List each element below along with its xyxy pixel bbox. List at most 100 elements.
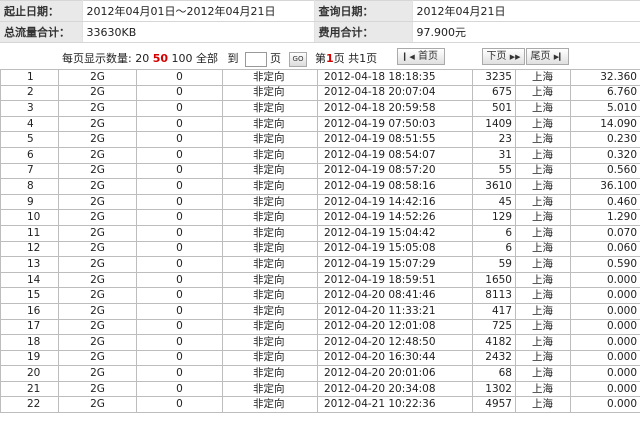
page-prefix: 第 [314,52,326,65]
cell-network: 2G [58,256,137,273]
cell-flow: 59 [472,256,516,273]
cell-flow: 31 [472,146,516,164]
cell-time: 2012-04-19 08:58:16 [317,178,473,195]
cell-city: 上海 [515,271,571,289]
cell-time: 2012-04-18 20:59:58 [317,100,473,117]
cell-index: 14 [0,271,59,289]
cell-city: 上海 [515,365,571,382]
cell-fee: 0.000 [570,334,640,351]
go-button[interactable]: GO [288,51,308,67]
page-number-input[interactable] [245,51,268,67]
cell-flow: 3610 [472,178,516,195]
cell-count: 0 [136,84,223,102]
cell-index: 4 [0,115,59,133]
cell-fee: 32.360 [570,69,640,86]
per-page-20-link[interactable]: 20 [135,52,149,65]
last-page-button[interactable]: 尾页 ▶▎ [526,48,569,65]
cell-index: 20 [0,365,59,382]
cell-fee: 5.010 [570,100,640,117]
cell-fee: 0.000 [570,365,640,382]
cell-city: 上海 [515,193,571,211]
cell-count: 0 [136,100,223,117]
cell-time: 2012-04-20 11:33:21 [317,302,473,320]
cell-time: 2012-04-19 08:51:55 [317,131,473,148]
table-row: 3 2G 0 非定向 2012-04-18 20:59:58 501 上海 5.010 [0,100,640,117]
cell-type: 非定向 [222,84,318,102]
cell-index: 2 [0,84,59,102]
cell-count: 0 [136,271,223,289]
per-page-label: 每页显示数量: [62,52,132,65]
cell-count: 0 [136,287,223,304]
table-row: 11 2G 0 非定向 2012-04-19 15:04:42 6 上海 0.070 [0,224,640,242]
first-page-icon: ▎◀ [404,53,415,61]
cell-city: 上海 [515,178,571,195]
cell-type: 非定向 [222,193,318,211]
cell-fee: 0.000 [570,302,640,320]
cell-network: 2G [58,271,137,289]
cell-flow: 2432 [472,349,516,367]
table-row: 21 2G 0 非定向 2012-04-20 20:34:08 1302 上海 0.000 [0,380,640,398]
cell-fee: 1.290 [570,209,640,226]
page-suffix: 页 [366,52,378,65]
cell-fee: 0.000 [570,271,640,289]
cell-count: 0 [136,365,223,382]
table-row: 18 2G 0 非定向 2012-04-20 12:48:50 4182 上海 0.000 [0,334,640,351]
table-row: 1 2G 0 非定向 2012-04-18 18:18:35 3235 上海 32.360 [0,69,640,86]
cell-type: 非定向 [222,256,318,273]
cell-flow: 55 [472,162,516,180]
cell-fee: 0.460 [570,193,640,211]
last-page-icon: ▶▎ [553,53,565,61]
cell-flow: 8113 [472,287,516,304]
cell-time: 2012-04-20 20:34:08 [317,380,473,398]
cell-network: 2G [58,240,137,258]
table-row: 19 2G 0 非定向 2012-04-20 16:30:44 2432 上海 0.000 [0,349,640,367]
cell-index: 5 [0,131,59,148]
cell-index: 3 [0,100,59,117]
table-row: 20 2G 0 非定向 2012-04-20 20:01:06 68 上海 0.000 [0,365,640,382]
per-page-100-link[interactable]: 100 [172,52,193,65]
cell-time: 2012-04-20 08:41:46 [317,287,473,304]
cell-fee: 0.320 [570,146,640,164]
cell-type: 非定向 [222,209,318,226]
cell-network: 2G [58,302,137,320]
cell-city: 上海 [515,396,571,414]
cell-type: 非定向 [222,100,318,117]
cell-city: 上海 [515,302,571,320]
cell-count: 0 [136,193,223,211]
table-row: 10 2G 0 非定向 2012-04-19 14:52:26 129 上海 1.290 [0,209,640,226]
page-mid: 页 共 [333,52,360,65]
cell-index: 21 [0,380,59,398]
total-fee-label: 费用合计： [314,21,413,43]
next-page-label: 下页 [486,51,507,62]
cell-index: 13 [0,256,59,273]
cell-city: 上海 [515,69,571,86]
cell-count: 0 [136,146,223,164]
per-page-50-link[interactable]: 50 [153,52,168,65]
table-row: 17 2G 0 非定向 2012-04-20 12:01:08 725 上海 0.000 [0,318,640,336]
cell-network: 2G [58,162,137,180]
first-page-button[interactable]: ▎◀ 首页 [397,48,445,65]
cell-fee: 0.000 [570,287,640,304]
per-page-all-link[interactable]: 全部 [196,52,218,65]
cell-type: 非定向 [222,349,318,367]
next-page-button[interactable]: 下页 ▶▶ [482,48,525,65]
cell-fee: 0.230 [570,131,640,148]
first-page-label: 首页 [417,51,438,62]
cell-network: 2G [58,365,137,382]
cell-flow: 3235 [472,69,516,86]
cell-fee: 0.060 [570,240,640,258]
cell-network: 2G [58,115,137,133]
cell-network: 2G [58,224,137,242]
cell-network: 2G [58,396,137,414]
cell-network: 2G [58,287,137,304]
cell-count: 0 [136,318,223,336]
cell-fee: 0.560 [570,162,640,180]
cell-type: 非定向 [222,380,318,398]
cell-flow: 1650 [472,271,516,289]
cell-flow: 6 [472,224,516,242]
cell-count: 0 [136,115,223,133]
cell-network: 2G [58,380,137,398]
cell-time: 2012-04-19 18:59:51 [317,271,473,289]
cell-index: 11 [0,224,59,242]
table-row: 8 2G 0 非定向 2012-04-19 08:58:16 3610 上海 36.100 [0,178,640,195]
